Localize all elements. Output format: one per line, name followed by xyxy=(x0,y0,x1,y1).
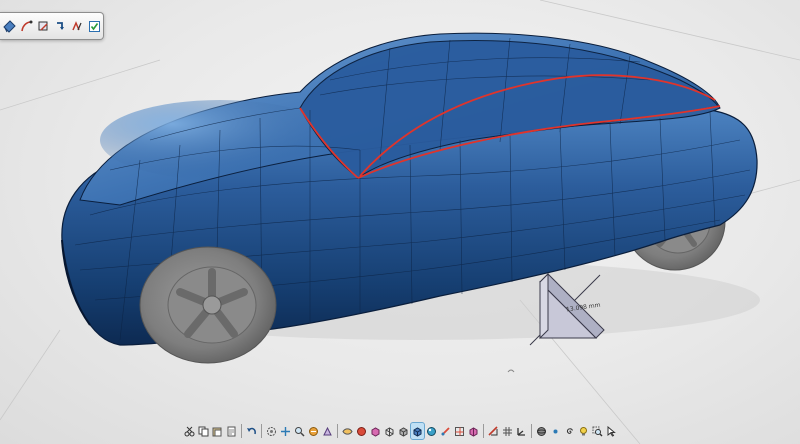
zoom-area-icon[interactable] xyxy=(591,423,604,439)
front-wheel xyxy=(139,246,277,364)
bullet-icon[interactable] xyxy=(549,423,562,439)
shading-icon[interactable] xyxy=(397,423,410,439)
show-icon[interactable] xyxy=(355,423,368,439)
toolbar-group-analysis xyxy=(487,423,528,439)
checkbox-icon[interactable] xyxy=(87,17,102,35)
toolbar-separator xyxy=(530,424,532,438)
car-model-render[interactable] xyxy=(0,0,800,444)
toolbar-group-view xyxy=(265,423,334,439)
hide-icon[interactable] xyxy=(341,423,354,439)
sphere-icon[interactable] xyxy=(535,423,548,439)
top-left-toolbar xyxy=(0,12,104,40)
toolbar-separator xyxy=(482,424,484,438)
toolbar-separator xyxy=(240,424,242,438)
select-arrow-icon[interactable] xyxy=(605,423,618,439)
select-surface-icon[interactable] xyxy=(2,17,17,35)
curve-edit-icon[interactable] xyxy=(19,17,34,35)
axis-icon[interactable] xyxy=(515,423,528,439)
copy-icon[interactable] xyxy=(197,423,210,439)
spiral-icon[interactable] xyxy=(563,423,576,439)
wireframe-icon[interactable] xyxy=(383,423,396,439)
apply-material-icon[interactable] xyxy=(439,423,452,439)
undo-icon[interactable] xyxy=(245,423,258,439)
pan-icon[interactable] xyxy=(279,423,292,439)
zoom-icon[interactable] xyxy=(293,423,306,439)
grid-icon[interactable] xyxy=(501,423,514,439)
toolbar-group-display xyxy=(341,422,480,440)
toolbar-separator xyxy=(336,424,338,438)
stamp-icon[interactable] xyxy=(36,17,51,35)
symmetry-icon[interactable] xyxy=(70,17,85,35)
rebuild-icon[interactable] xyxy=(53,17,68,35)
measure-icon[interactable] xyxy=(487,423,500,439)
paste-icon[interactable] xyxy=(211,423,224,439)
toolbar-group-undo xyxy=(245,423,258,439)
toolbar-group-clipboard xyxy=(183,423,238,439)
iso-view-icon[interactable] xyxy=(467,423,480,439)
cursor-mark xyxy=(507,369,515,373)
box-icon[interactable] xyxy=(369,423,382,439)
toolbar-group-misc xyxy=(535,423,618,439)
light-icon[interactable] xyxy=(577,423,590,439)
cut-icon[interactable] xyxy=(183,423,196,439)
normal-view-icon[interactable] xyxy=(321,423,334,439)
fit-all-icon[interactable] xyxy=(307,423,320,439)
bottom-toolbar xyxy=(0,418,800,444)
3d-viewport[interactable]: 13.098 mm xyxy=(0,0,800,444)
render-icon[interactable] xyxy=(453,423,466,439)
material-icon[interactable] xyxy=(425,423,438,439)
rotate-icon[interactable] xyxy=(265,423,278,439)
toolbar-separator xyxy=(260,424,262,438)
paste-special-icon[interactable] xyxy=(225,423,238,439)
shading-edges-icon[interactable] xyxy=(409,422,425,440)
